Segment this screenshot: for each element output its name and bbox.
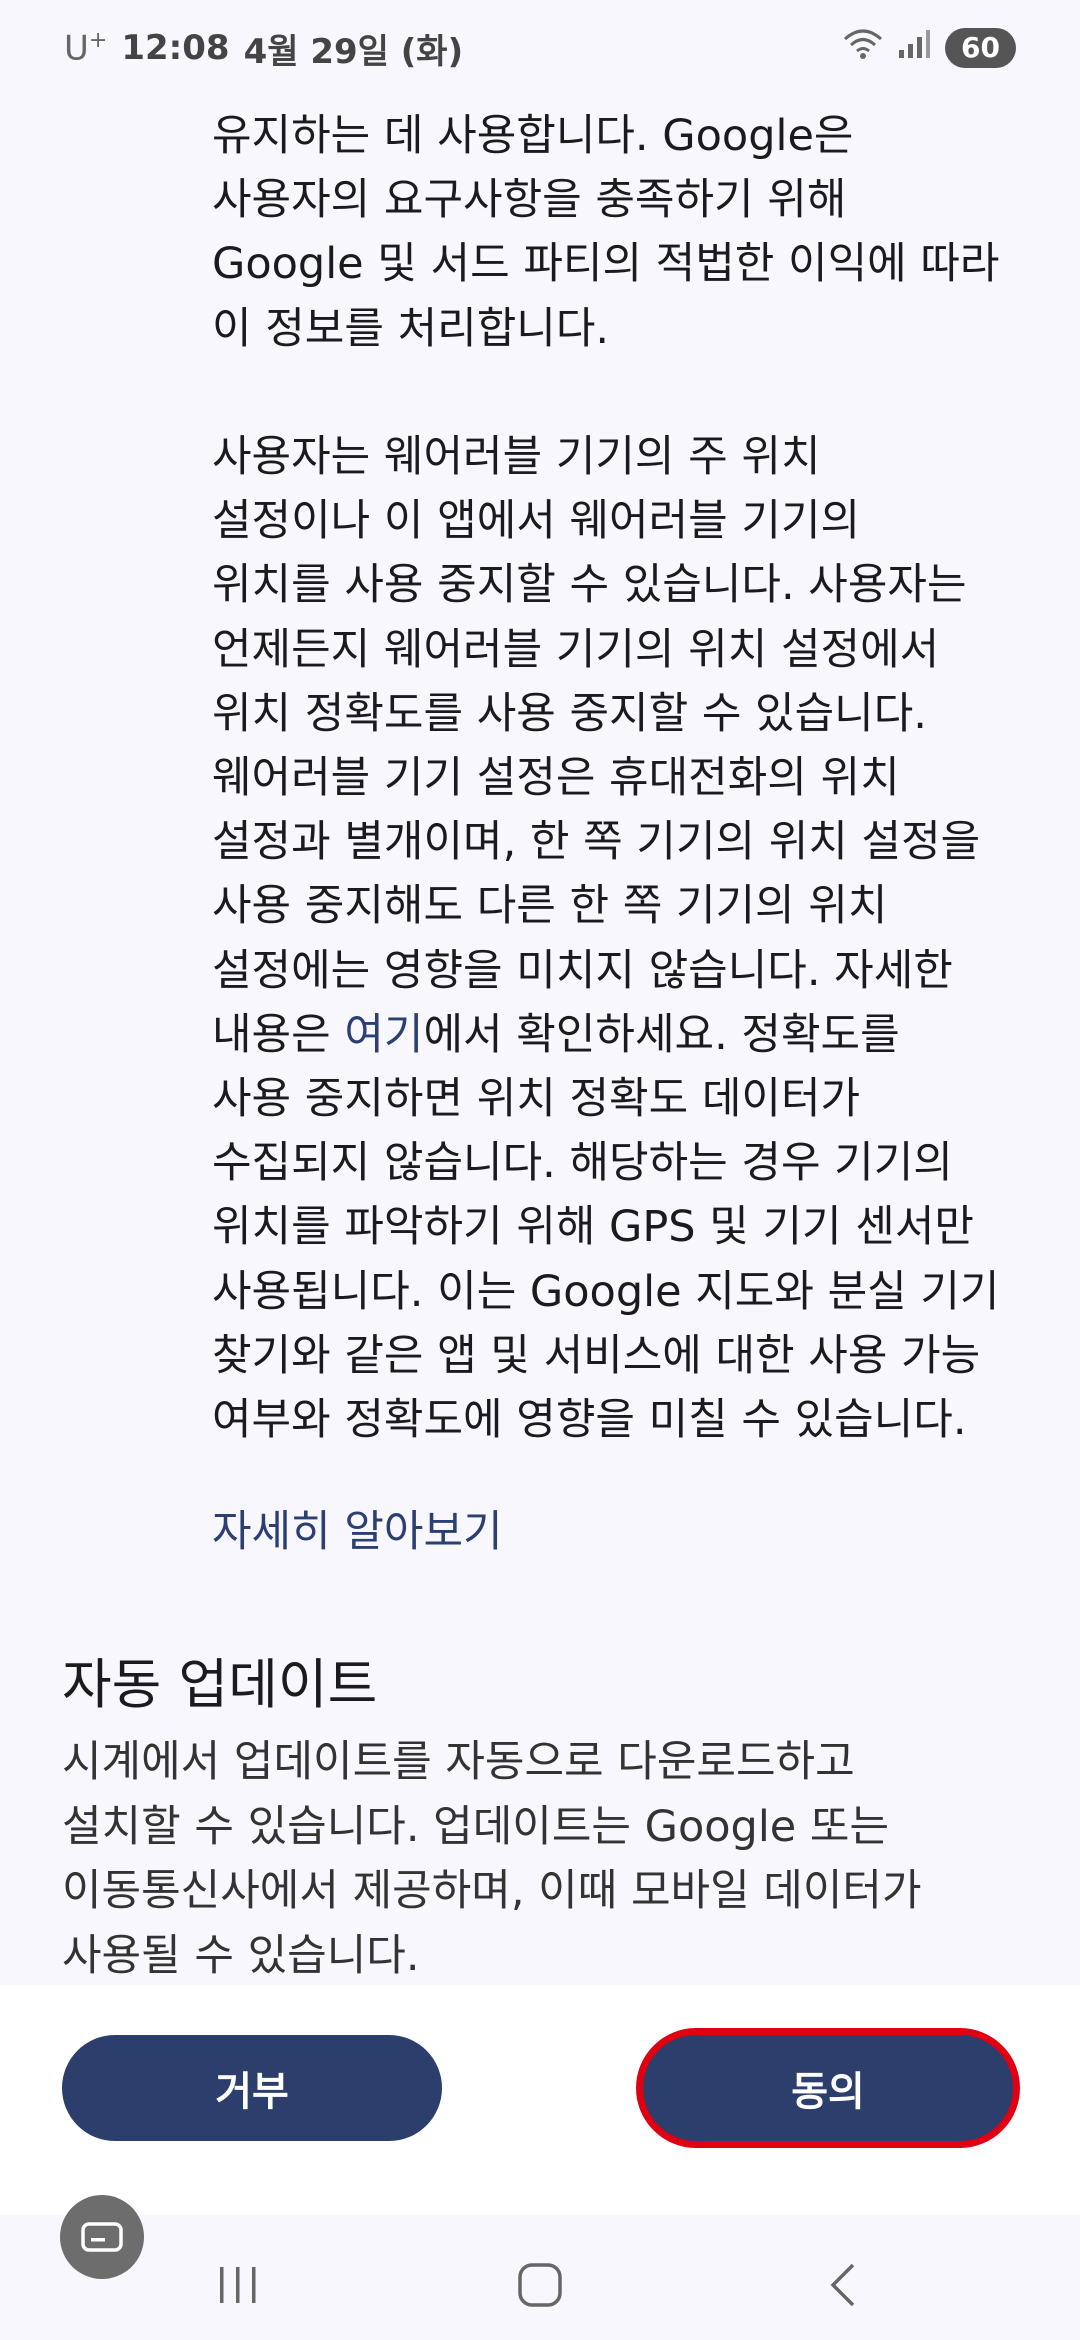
text-line: 사용자의 요구사항을 충족하기 위해 — [212, 175, 847, 226]
auto-update-title: 자동 업데이트 — [62, 1653, 378, 1716]
home-icon[interactable] — [500, 2245, 580, 2325]
link-prefix: 내용은 — [212, 1009, 345, 1060]
date: 4월 29일 (화) — [243, 31, 464, 72]
status-left: U+ 12:08 4월 29일 (화) — [64, 24, 463, 73]
auto-update-body: 시계에서 업데이트를 자동으로 다운로드하고 설치할 수 있습니다. 업데이트는… — [62, 1730, 1022, 1985]
text-line: 사용됩니다. 이는 Google 지도와 분실 기기 — [212, 1266, 1000, 1317]
text-line: 사용될 수 있습니다. — [62, 1930, 420, 1981]
text-line: 찾기와 같은 앱 및 서비스에 대한 사용 가능 — [212, 1330, 981, 1381]
text-line: 위치를 사용 중지할 수 있습니다. 사용자는 — [212, 560, 967, 611]
text-line: 사용 중지해도 다른 한 쪽 기기의 위치 — [212, 881, 888, 932]
text-line: 유지하는 데 사용합니다. Google은 — [212, 111, 854, 161]
battery-indicator: 60 — [945, 28, 1016, 68]
text-line: 위치를 파악하기 위해 GPS 및 기기 센서만 — [212, 1202, 974, 1253]
text-line: 설정이나 이 앱에서 웨어러블 기기의 — [212, 496, 861, 547]
text-line: 시계에서 업데이트를 자동으로 다운로드하고 — [62, 1737, 855, 1787]
wifi-icon — [843, 27, 883, 70]
link-suffix: 에서 확인하세요. 정확도를 — [423, 1009, 900, 1060]
carrier-label: U+ — [64, 28, 107, 68]
text-line: 수집되지 않습니다. 해당하는 경우 기기의 — [212, 1138, 953, 1189]
text-line: 설정에는 영향을 미치지 않습니다. 자세한 — [212, 945, 953, 996]
location-paragraph: 사용자는 웨어러블 기기의 주 위치 설정이나 이 앱에서 웨어러블 기기의 위… — [212, 425, 1032, 1452]
text-line: 웨어러블 기기 설정은 휴대전화의 위치 — [212, 753, 900, 804]
back-icon[interactable] — [803, 2245, 883, 2325]
text-line: 사용 중지하면 위치 정확도 데이터가 — [212, 1074, 861, 1125]
carrier-sup: + — [88, 27, 108, 53]
deny-button[interactable]: 거부 — [62, 2035, 442, 2141]
signal-icon — [897, 28, 931, 69]
status-right: 60 — [843, 27, 1016, 70]
text-line: 위치 정확도를 사용 중지할 수 있습니다. — [212, 688, 927, 739]
status-bar: U+ 12:08 4월 29일 (화) 60 — [0, 0, 1080, 96]
text-line: 이동통신사에서 제공하며, 이때 모바일 데이터가 — [62, 1866, 922, 1916]
keyboard-icon[interactable] — [60, 2195, 144, 2279]
text-line: 여부와 정확도에 영향을 미칠 수 있습니다. — [212, 1395, 967, 1446]
text-line: 언제든지 웨어러블 기기의 위치 설정에서 — [212, 624, 940, 675]
text-line: Google 및 서드 파티의 적법한 이익에 따라 — [212, 239, 1000, 290]
learn-more-link[interactable]: 자세히 알아보기 — [212, 1500, 1032, 1564]
text-line-with-link: 내용은 여기에서 확인하세요. 정확도를 — [212, 1003, 1032, 1067]
clock: 12:08 — [121, 28, 230, 68]
agree-button[interactable]: 동의 — [643, 2035, 1013, 2141]
text-line: 설정과 별개이며, 한 쪽 기기의 위치 설정을 — [212, 817, 981, 868]
text-line: 이 정보를 처리합니다. — [212, 303, 610, 354]
here-link[interactable]: 여기 — [344, 1010, 423, 1060]
top-paragraph: 유지하는 데 사용합니다. Google은 사용자의 요구사항을 충족하기 위해… — [212, 104, 1032, 361]
recents-icon[interactable] — [198, 2245, 278, 2325]
scroll-content[interactable]: ────────────────── 유지하는 데 사용합니다. Google은… — [0, 40, 1080, 1985]
text-line: 사용자는 웨어러블 기기의 주 위치 — [212, 432, 821, 482]
text-line: 설치할 수 있습니다. 업데이트는 Google 또는 — [62, 1801, 890, 1852]
carrier-text: U — [64, 28, 89, 69]
